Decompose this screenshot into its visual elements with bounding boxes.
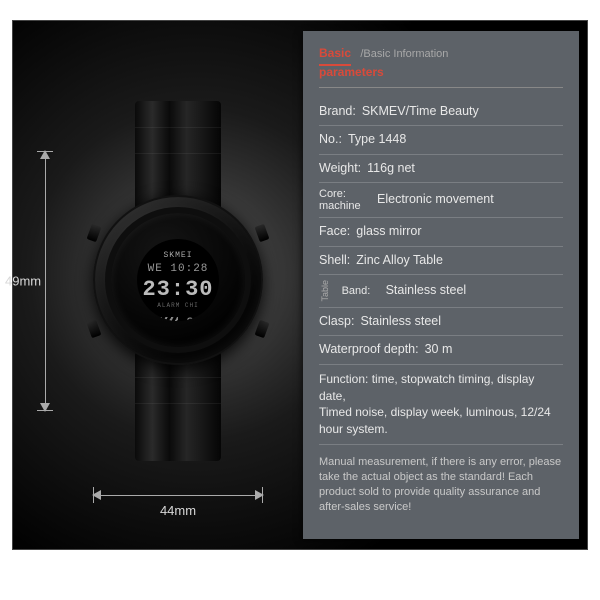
watch-render: SKMEI WE 10:28 23:30 ALARM CHI 23 WR30M [93,101,263,461]
table-vertical-label: Table [319,280,332,302]
spec-header: Basic /Basic Information parameters [319,45,563,81]
divider [319,87,563,88]
spec-waterproof: Waterproof depth: 30 m [319,336,563,365]
header-sub: /Basic Information [360,48,448,60]
watch-main-time: 23:30 [137,277,219,302]
spec-shell: Shell: Zinc Alloy Table [319,247,563,276]
watch-case: SKMEI WE 10:28 23:30 ALARM CHI 23 WR30M [93,195,263,365]
spec-no: No.: Type 1448 [319,126,563,155]
watch-button [87,224,102,242]
dimension-width: 44mm [93,489,263,519]
dimension-height-value: 49mm [5,274,41,289]
watch-day-time: WE 10:28 [137,263,219,275]
spec-band: Table Band: Stainless steel [319,275,563,308]
spec-brand: Brand: SKMEV/Time Beauty [319,98,563,127]
spec-function: Function: time, stopwatch timing, displa… [319,365,563,445]
watch-bezel: SKMEI WE 10:28 23:30 ALARM CHI 23 WR30M [105,207,251,353]
watch-lower-row: 23 [137,315,219,321]
watch-date: 23 [186,315,202,321]
spec-panel: Basic /Basic Information parameters Bran… [303,31,579,539]
spec-face: Face: glass mirror [319,218,563,247]
watch-display: SKMEI WE 10:28 23:30 ALARM CHI 23 WR30M [137,239,219,321]
spec-clasp: Clasp: Stainless steel [319,308,563,337]
header-basic: Basic [319,45,351,66]
stripe-icon [154,317,178,321]
header-parameters: parameters [319,64,563,81]
watch-brand: SKMEI [137,251,219,260]
watch-band-bottom [135,351,221,461]
spec-weight: Weight: 116g net [319,155,563,184]
dimension-height: 49mm [31,151,61,411]
product-infographic: 49mm SKMEI WE 10:28 23:30 ALARM CHI [12,20,588,550]
watch-sub-labels: ALARM CHI [137,302,219,309]
spec-core: Core: machine Electronic movement [319,183,563,218]
product-visual: 49mm SKMEI WE 10:28 23:30 ALARM CHI [13,21,303,549]
watch-button [255,224,270,242]
dimension-width-value: 44mm [160,503,196,518]
watch-button [87,320,102,338]
disclaimer-note: Manual measurement, if there is any erro… [319,455,563,514]
watch-button [255,320,270,338]
